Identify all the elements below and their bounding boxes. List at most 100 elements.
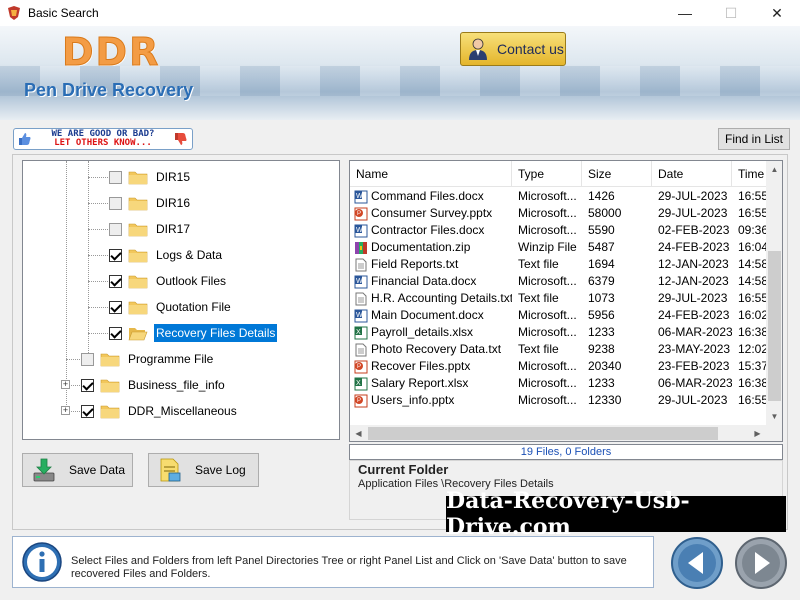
file-date-cell: 29-JUL-2023 [658,291,728,305]
file-time-cell: 12:02 [738,342,766,356]
file-time-cell: 16:55 [738,206,766,220]
tree-item[interactable]: Recovery Files Details [109,320,278,346]
folder-icon [100,379,120,392]
file-name: Documentation.zip [371,240,471,254]
save-log-button[interactable]: Save Log [148,453,259,487]
file-row[interactable]: Field Reports.txt Text file 1694 12-JAN-202… [350,256,766,273]
file-row[interactable]: P Recover Files.pptx Microsoft... 20340 23-F… [350,358,766,375]
file-date-cell: 02-FEB-2023 [658,223,730,237]
maximize-button[interactable]: ☐ [708,0,754,26]
tree-connector [66,161,67,411]
file-size-cell: 1233 [588,376,615,390]
tree-item[interactable]: DIR16 [109,190,192,216]
column-header-size[interactable]: Size [582,161,652,187]
tree-item-checkbox[interactable] [109,170,122,184]
back-arrow-icon[interactable] [670,536,724,590]
tree-item-checkbox[interactable] [81,378,94,392]
file-row[interactable]: H.R. Accounting Details.txt Text file 1073… [350,290,766,307]
contact-us-button[interactable]: Contact us [460,32,566,66]
feedback-banner-button[interactable]: WE ARE GOOD OR BAD? LET OTHERS KNOW... [13,128,193,150]
tree-item-checkbox[interactable] [109,248,122,262]
file-type-cell: Winzip File [518,240,577,254]
tree-item[interactable]: Programme File [81,346,215,372]
file-row[interactable]: W Financial Data.docx Microsoft... 6379 12-J… [350,273,766,290]
folder-icon [128,249,148,262]
tree-expand-toggle[interactable]: + [61,406,70,415]
tree-item-label: DIR16 [156,196,191,210]
file-name: Contractor Files.docx [371,223,485,237]
tree-expand-toggle[interactable]: + [61,380,70,389]
column-header-time[interactable]: Time [732,161,766,187]
tree-item[interactable]: DDR_Miscellaneous [81,398,239,424]
file-size-cell: 12330 [588,393,622,407]
close-button[interactable]: ✕ [754,0,800,26]
tree-item[interactable]: Logs & Data [109,242,224,268]
svg-text:W: W [356,278,363,285]
list-vertical-scrollbar[interactable]: ▲ ▼ [766,161,782,425]
contact-us-label: Contact us [497,41,564,57]
folder-icon [128,171,148,184]
tree-item[interactable]: DIR15 [109,164,192,190]
tree-item-checkbox[interactable] [109,326,122,340]
list-horizontal-scrollbar[interactable]: ◀ ▶ [350,425,766,441]
file-size-cell: 5590 [588,223,615,237]
file-row[interactable]: Photo Recovery Data.txt Text file 9238 23-M… [350,341,766,358]
tree-item-checkbox[interactable] [109,300,122,314]
file-size-cell: 1694 [588,257,615,271]
next-arrow-icon[interactable] [734,536,788,590]
tree-item-checkbox[interactable] [109,274,122,288]
svg-text:W: W [356,312,363,319]
save-data-button[interactable]: Save Data [22,453,133,487]
tree-item-checkbox[interactable] [81,352,94,366]
file-size-cell: 5487 [588,240,615,254]
directory-tree[interactable]: DIR15 DIR16 DIR17 Logs & Data Outlook Files Q… [22,160,340,440]
scroll-down-arrow[interactable]: ▼ [766,408,782,425]
tree-item[interactable]: Outlook Files [109,268,228,294]
scroll-up-arrow[interactable]: ▲ [766,161,782,178]
tree-item-checkbox[interactable] [109,196,122,210]
file-row[interactable]: P Users_info.pptx Microsoft... 12330 29-JUL-… [350,392,766,409]
find-in-list-button[interactable]: Find in List [718,128,790,150]
tree-item[interactable]: Business_file_info [81,372,227,398]
tree-item-label: Logs & Data [156,248,223,262]
minimize-button[interactable]: — [662,0,708,26]
column-header-type[interactable]: Type [512,161,582,187]
file-row[interactable]: X Payroll_details.xlsx Microsoft... 1233 06-… [350,324,766,341]
file-date-cell: 06-MAR-2023 [658,325,732,339]
file-date-cell: 24-FEB-2023 [658,240,730,254]
file-date-cell: 29-JUL-2023 [658,189,728,203]
folder-icon [128,197,148,210]
file-row[interactable]: W Contractor Files.docx Microsoft... 5590 02… [350,222,766,239]
file-name-cell: W Financial Data.docx [350,273,512,290]
app-icon [8,6,20,20]
file-row[interactable]: Documentation.zip Winzip File 5487 24-FEB-2… [350,239,766,256]
scroll-left-arrow[interactable]: ◀ [350,425,367,441]
help-bar: Select Files and Folders from left Panel… [12,536,654,588]
scroll-right-arrow[interactable]: ▶ [749,425,766,441]
scroll-thumb[interactable] [768,251,781,401]
file-row[interactable]: W Main Document.docx Microsoft... 5956 24-FE… [350,307,766,324]
file-type-cell: Microsoft... [518,359,577,373]
tree-item-checkbox[interactable] [81,404,94,418]
svg-text:P: P [357,364,361,370]
file-name-cell: W Command Files.docx [350,188,512,205]
window-title: Basic Search [28,6,99,20]
file-row[interactable]: P Consumer Survey.pptx Microsoft... 58000 29… [350,205,766,222]
file-type-cell: Text file [518,291,559,305]
feedback-line-2: LET OTHERS KNOW... [54,138,152,148]
tree-item[interactable]: Quotation File [109,294,233,320]
tree-item-label: Quotation File [156,300,231,314]
open-folder-icon [128,327,148,340]
tree-item-checkbox[interactable] [109,222,122,236]
tree-item[interactable]: DIR17 [109,216,192,242]
file-row[interactable]: W Command Files.docx Microsoft... 1426 29-JU… [350,188,766,205]
file-name: H.R. Accounting Details.txt [371,291,512,305]
file-row[interactable]: X Salary Report.xlsx Microsoft... 1233 06-MA… [350,375,766,392]
tree-connector [88,281,108,282]
file-name: Photo Recovery Data.txt [371,342,502,356]
column-header-date[interactable]: Date [652,161,732,187]
file-list[interactable]: Name Type Size Date Time W Command Files.… [349,160,783,442]
column-header-name[interactable]: Name [350,161,512,187]
scroll-thumb[interactable] [368,427,718,440]
header-banner: DDR Pen Drive Recovery Contact us [0,26,800,120]
